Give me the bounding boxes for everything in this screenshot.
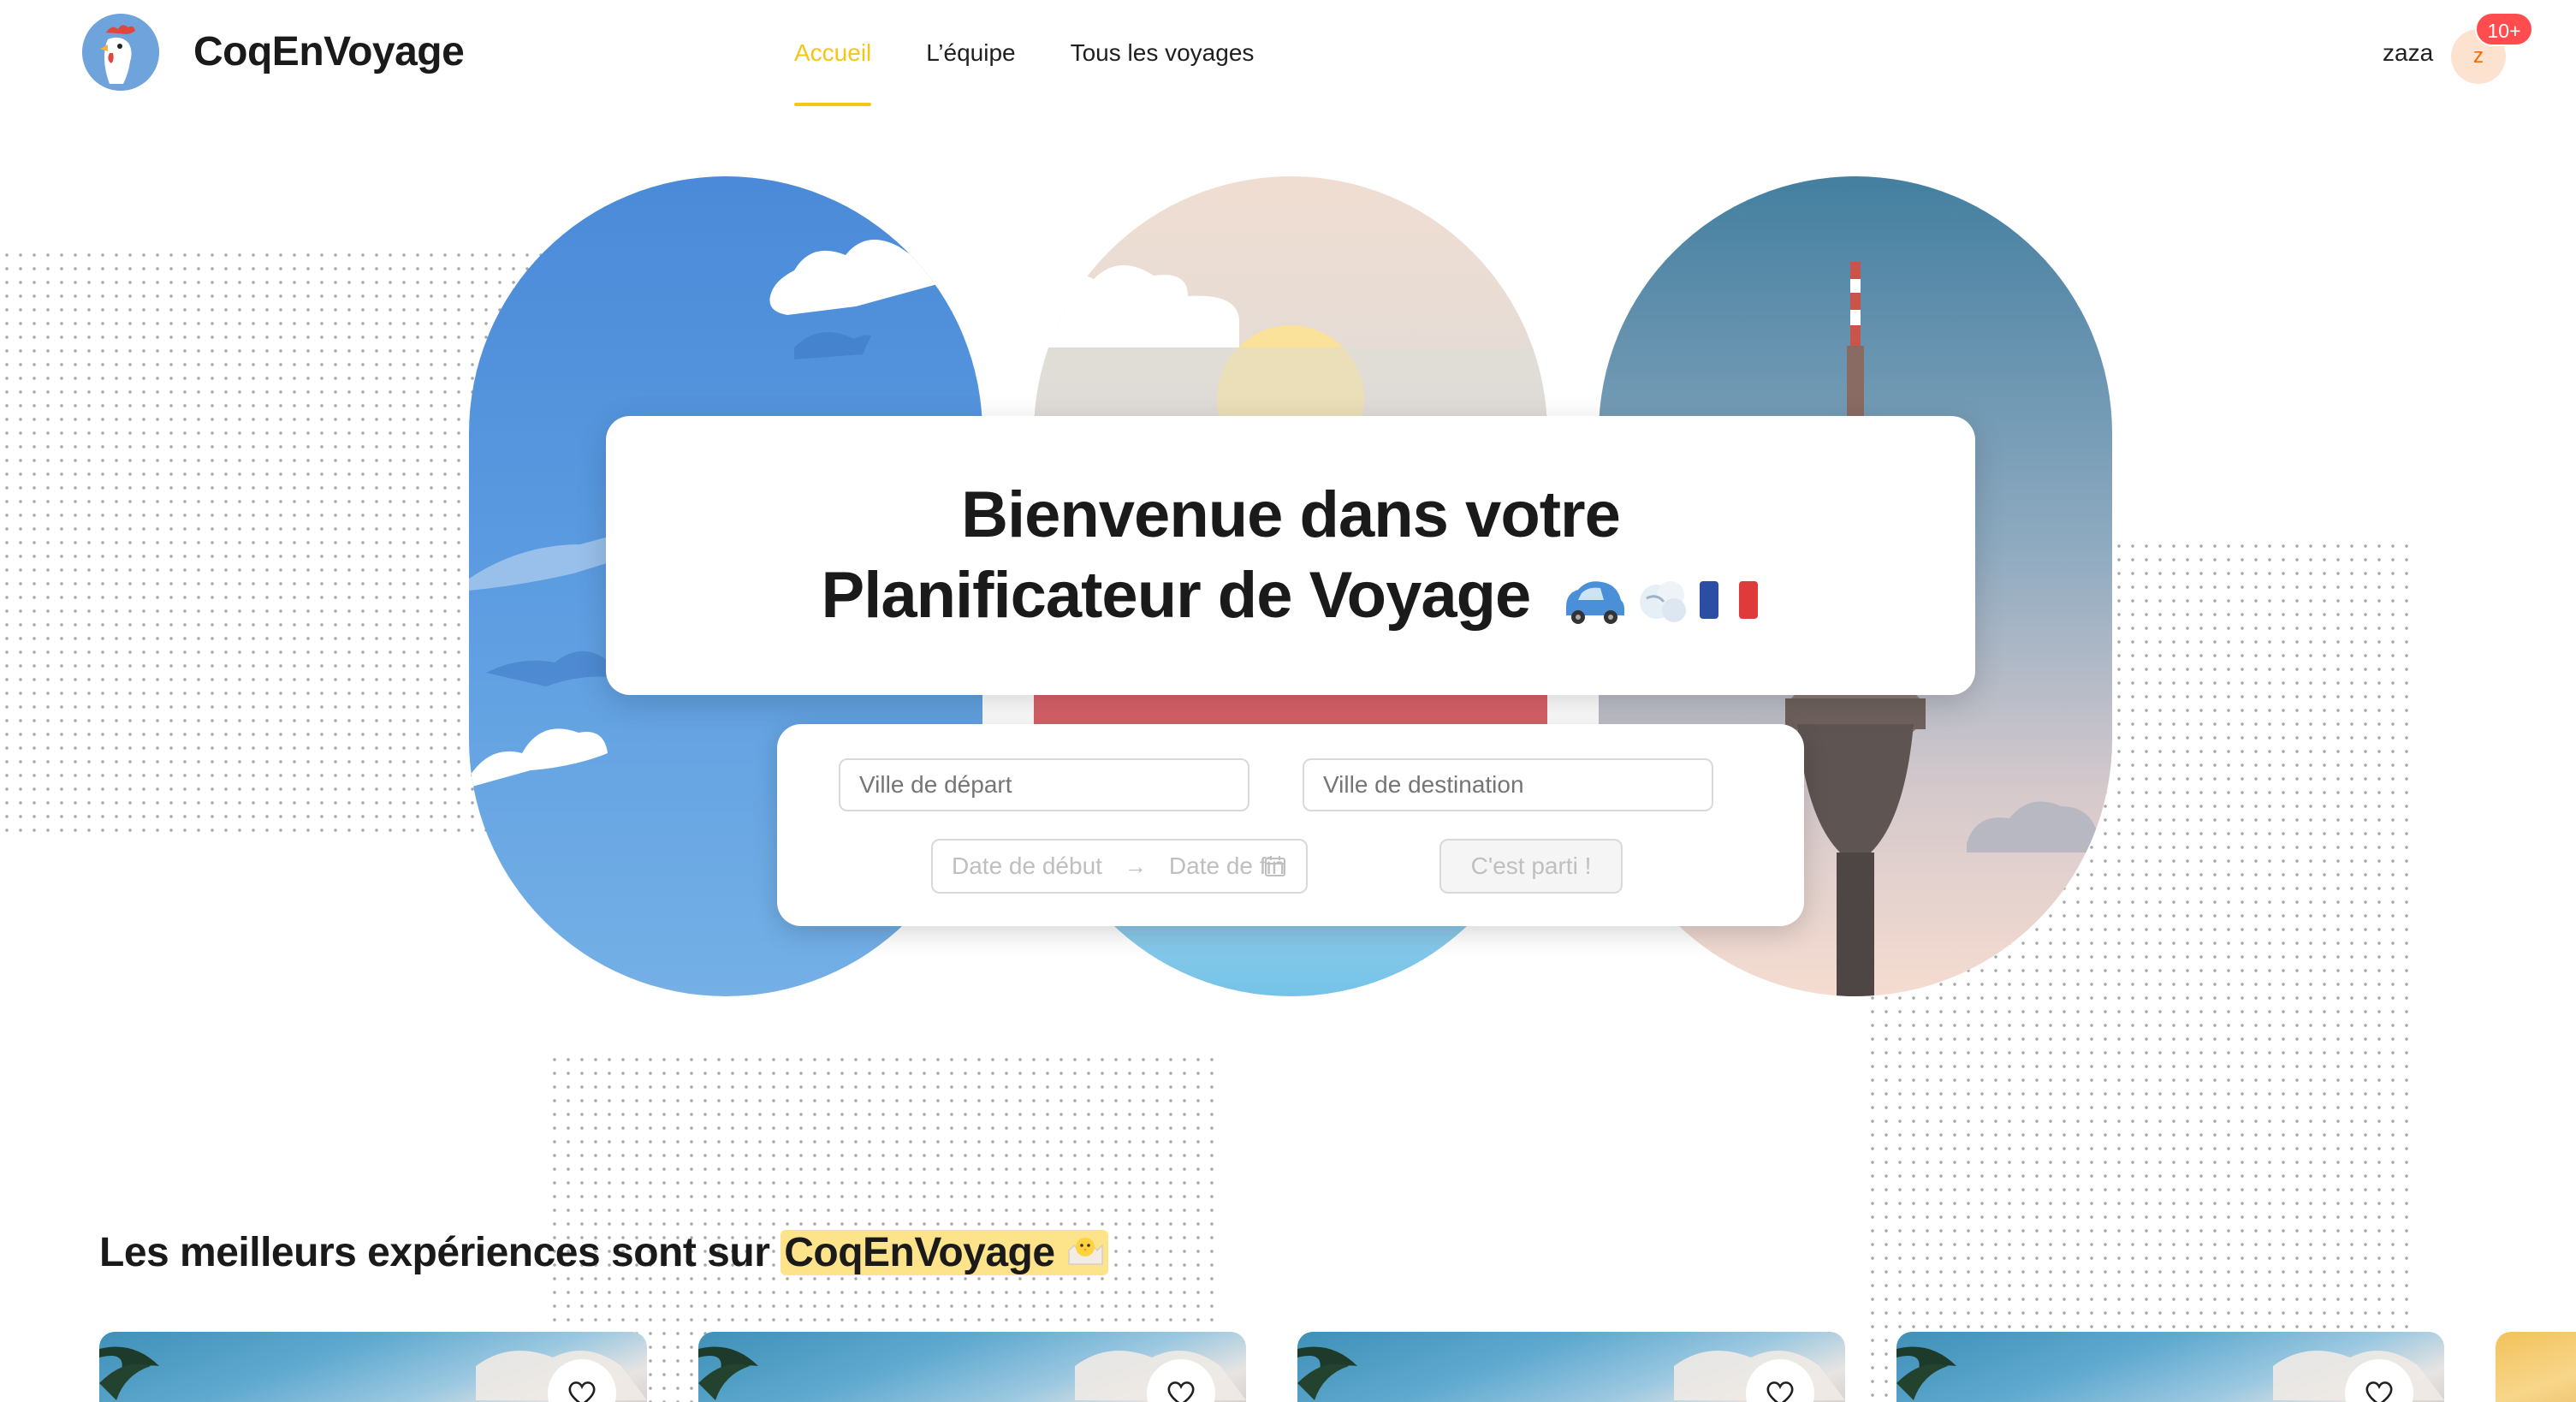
main-nav: Accueil L’équipe Tous les voyages <box>794 33 1255 106</box>
nav-item-all-trips[interactable]: Tous les voyages <box>1071 33 1255 74</box>
brand-name[interactable]: CoqEnVoyage <box>193 24 465 80</box>
hatching-chick-icon <box>1068 1238 1104 1265</box>
trip-search-card: Date de début → Date de fin C'est parti … <box>777 724 1804 926</box>
welcome-title-text: Planificateur de Voyage <box>821 559 1532 632</box>
date-range-picker[interactable]: Date de début → Date de fin <box>931 839 1308 894</box>
top-header: CoqEnVoyage Accueil L’équipe Tous les vo… <box>0 0 2576 108</box>
submit-trip-button[interactable]: C'est parti ! <box>1439 839 1623 894</box>
arrow-right-icon: → <box>1124 852 1147 879</box>
experience-card[interactable] <box>2496 1332 2576 1402</box>
france-flag-icon <box>1700 580 1759 619</box>
nav-item-equipe[interactable]: L’équipe <box>926 33 1015 74</box>
experiences-title: Les meilleurs expériences sont sur CoqEn… <box>99 1224 1109 1282</box>
rooster-logo-icon[interactable] <box>82 14 159 91</box>
start-date-input[interactable]: Date de début <box>952 852 1102 880</box>
welcome-title-line-1: Bienvenue dans votre <box>961 478 1621 551</box>
dash-icon <box>1640 580 1687 622</box>
experiences-title-brand: CoqEnVoyage <box>784 1230 1055 1275</box>
experience-card[interactable] <box>99 1332 647 1402</box>
departure-city-input[interactable] <box>839 758 1249 811</box>
dot-pattern-left <box>0 248 548 839</box>
experiences-title-highlight: CoqEnVoyage <box>781 1230 1109 1275</box>
notification-badge: 10+ <box>2475 12 2533 46</box>
experience-card[interactable] <box>1297 1332 1845 1402</box>
experience-card[interactable] <box>1896 1332 2444 1402</box>
car-icon <box>1566 581 1625 624</box>
experience-card[interactable] <box>698 1332 1246 1402</box>
welcome-card: Bienvenue dans votre Planificateur de Vo… <box>606 416 1975 695</box>
user-name[interactable]: zaza <box>2383 36 2433 70</box>
nav-item-accueil[interactable]: Accueil <box>794 33 872 106</box>
experiences-title-prefix: Les meilleurs expériences sont sur <box>99 1230 770 1275</box>
calendar-icon <box>1265 856 1285 876</box>
welcome-title-line-2: Planificateur de Voyage <box>822 555 1760 636</box>
welcome-emojis <box>1558 573 1760 627</box>
destination-city-input[interactable] <box>1303 758 1713 811</box>
